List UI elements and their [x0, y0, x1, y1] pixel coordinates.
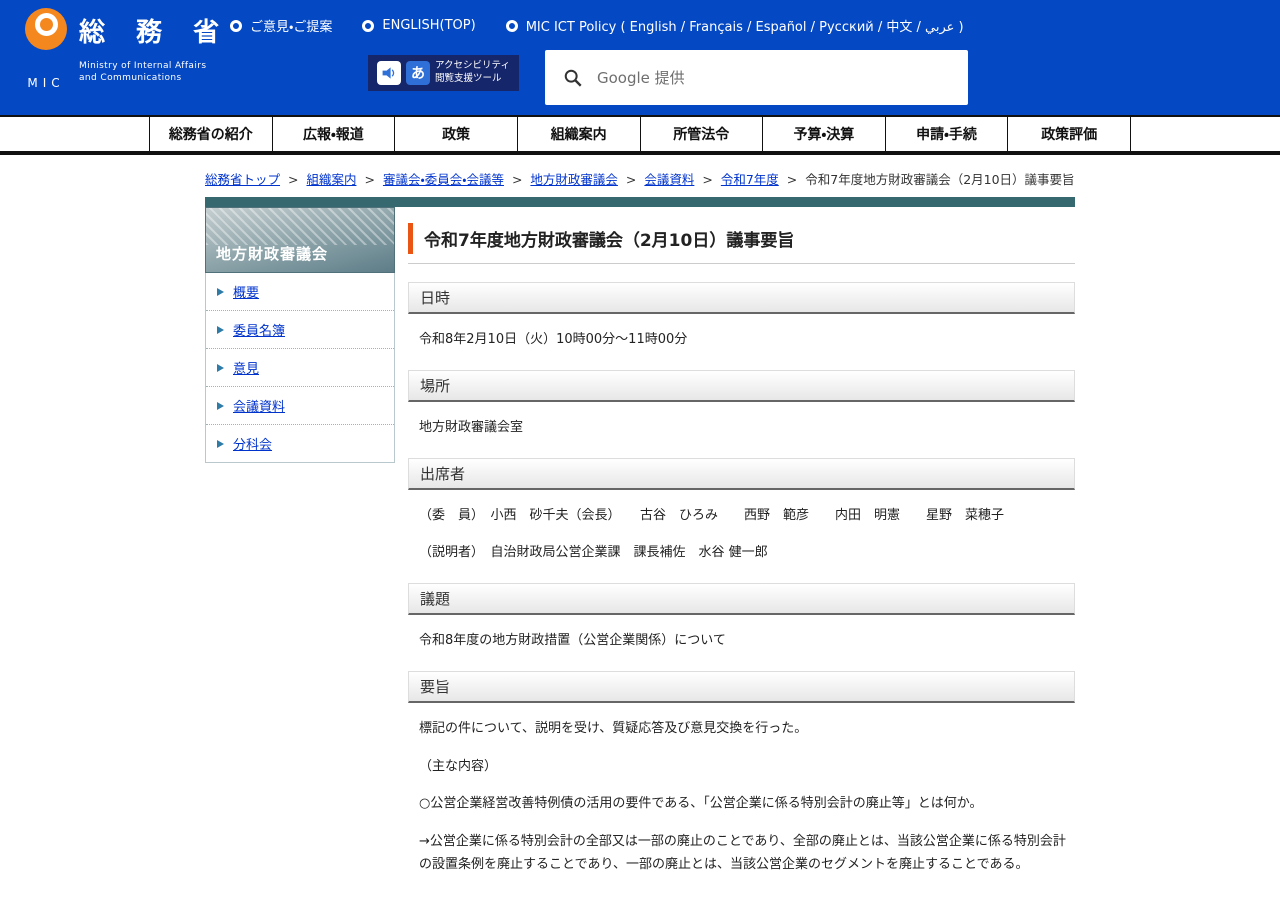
- nav-item-budget[interactable]: 予算・決算: [762, 117, 885, 151]
- accessibility-label-line1: アクセシビリティ: [435, 60, 510, 71]
- header-link-english[interactable]: ENGLISH(TOP): [362, 18, 476, 33]
- summary-question-text: ○公営企業経営改善特例債の活用の要件である、「公営企業に係る特別会計の廃止等」と…: [419, 796, 983, 812]
- summary-intro-text: 標記の件について、説明を受け、質疑応答及び意見交換を行った。: [419, 720, 808, 736]
- sidebar-item-opinions-label: 意見: [233, 362, 260, 377]
- attendees-presenters-text: （説明者） 自治財政局公営企業課 課長補佐 水谷 健一郎: [419, 545, 768, 561]
- nav-item-evaluation[interactable]: 政策評価: [1007, 117, 1131, 151]
- sidebar-title-banner: 地方財政審議会: [205, 207, 395, 273]
- arrow-right-icon: [217, 287, 224, 296]
- breadcrumb-link-materials[interactable]: 会議資料: [644, 172, 694, 187]
- breadcrumb-current: 令和7年度地方財政審議会（2月10日）議事要旨: [805, 172, 1075, 187]
- breadcrumb: 総務省トップ > 組織案内 > 審議会・委員会・会議等 > 地方財政審議会 > …: [205, 169, 1075, 188]
- sidebar-item-meeting-materials[interactable]: 会議資料: [206, 387, 394, 425]
- breadcrumb-link-fy[interactable]: 令和7年度: [721, 172, 779, 187]
- ministry-name-en: Ministry of Internal Affairs and Communi…: [79, 60, 230, 84]
- ministry-name-en-line2: and Communications: [79, 73, 182, 84]
- circle-icon: [230, 19, 242, 32]
- header-link-ict-policy-label: MIC ICT Policy ( English / Français / Es…: [525, 20, 964, 35]
- breadcrumb-link-home[interactable]: 総務省トップ: [205, 172, 280, 187]
- circle-icon: [362, 19, 375, 32]
- attendees-members-text: （委 員） 小西 砂千夫（会長） 古谷 ひろみ 西野 範彦 内田 明憲 星野 菜…: [419, 507, 1005, 523]
- ministry-name-ja: 総 務 省: [79, 18, 231, 48]
- arrow-right-icon: [217, 439, 224, 448]
- header-links: ご意見・ご提案 ENGLISH(TOP) MIC ICT Policy ( En…: [230, 16, 964, 35]
- sidebar-item-meeting-materials-label: 会議資料: [233, 400, 286, 415]
- breadcrumb-separator: >: [288, 172, 299, 187]
- mic-logo-icon: [25, 8, 67, 50]
- breadcrumb-link-councils[interactable]: 審議会・委員会・会議等: [383, 172, 504, 187]
- header-link-ict-policy[interactable]: MIC ICT Policy ( English / Français / Es…: [505, 16, 964, 35]
- sidebar-item-subcommittee[interactable]: 分科会: [206, 425, 394, 462]
- sidebar-item-overview[interactable]: 概要: [206, 273, 394, 311]
- header-link-feedback-label: ご意見・ご提案: [250, 20, 333, 35]
- sidebar-item-member-list-label: 委員名簿: [233, 324, 286, 339]
- summary-main-points-label: （主な内容）: [419, 758, 498, 774]
- breadcrumb-link-council[interactable]: 地方財政審議会: [530, 172, 618, 187]
- accessibility-tool-button[interactable]: あ アクセシビリティ 閲覧支援ツール: [368, 55, 519, 91]
- breadcrumb-link-organization[interactable]: 組織案内: [306, 172, 356, 187]
- section-heading-datetime: 日時: [408, 282, 1075, 314]
- main-content: 令和7年度地方財政審議会（2月10日）議事要旨 日時 令和8年2月10日（火）1…: [408, 207, 1075, 902]
- breadcrumb-separator: >: [364, 172, 375, 187]
- section-heading-summary: 要旨: [408, 670, 1075, 703]
- header-link-feedback[interactable]: ご意見・ご提案: [230, 16, 332, 35]
- header-link-english-label: ENGLISH(TOP): [382, 18, 476, 33]
- page-title: 令和7年度地方財政審議会（2月10日）議事要旨: [408, 223, 1075, 254]
- breadcrumb-separator: >: [511, 172, 523, 187]
- breadcrumb-separator: >: [625, 172, 637, 187]
- sidebar-item-opinions[interactable]: 意見: [206, 349, 394, 387]
- mic-logo-text: MIC: [27, 76, 65, 90]
- section-heading-location: 場所: [408, 369, 1075, 402]
- sidebar-item-subcommittee-label: 分科会: [233, 438, 273, 453]
- sidebar-menu: 概要 委員名簿 意見 会議資料 分科会: [205, 273, 395, 463]
- sidebar-item-overview-label: 概要: [233, 286, 260, 301]
- datetime-text: 令和8年2月10日（火）10時00分～11時00分: [419, 332, 688, 347]
- location-text: 地方財政審議会室: [419, 419, 524, 435]
- circle-icon: [505, 19, 518, 32]
- arrow-right-icon: [217, 325, 224, 334]
- search-input[interactable]: Google 提供: [545, 50, 968, 105]
- sidebar-title: 地方財政審議会: [216, 245, 329, 263]
- search-provider-label: Google 提供: [597, 69, 685, 87]
- nav-item-organization[interactable]: 組織案内: [516, 117, 640, 151]
- arrow-right-icon: [217, 363, 224, 372]
- mic-logo[interactable]: MIC 総 務 省 Ministry of Internal Affairs a…: [25, 8, 230, 90]
- content-top-bar: [205, 197, 1075, 207]
- section-heading-agenda: 議題: [408, 583, 1075, 615]
- breadcrumb-separator: >: [702, 172, 713, 187]
- nav-item-laws[interactable]: 所管法令: [639, 117, 763, 151]
- nav-item-policy[interactable]: 政策: [394, 117, 517, 151]
- section-heading-attendees: 出席者: [408, 457, 1075, 490]
- nav-item-about[interactable]: 総務省の紹介: [149, 117, 272, 151]
- hiragana-a-icon: あ: [406, 60, 430, 85]
- nav-item-press[interactable]: 広報・報道: [271, 117, 395, 151]
- sidebar: 地方財政審議会 概要 委員名簿 意見 会議資料 分科会: [205, 207, 395, 463]
- nav-item-applications[interactable]: 申請・手続: [884, 117, 1008, 151]
- arrow-right-icon: [217, 401, 224, 410]
- accessibility-label-line2: 閲覧支援ツール: [435, 72, 502, 84]
- site-header: MIC 総 務 省 Ministry of Internal Affairs a…: [0, 0, 1280, 115]
- title-divider: [408, 263, 1075, 264]
- accessibility-tool-label: アクセシビリティ 閲覧支援ツール: [435, 60, 510, 86]
- breadcrumb-separator: >: [786, 172, 798, 187]
- summary-answer-text: →公営企業に係る特別会計の全部又は一部の廃止のことであり、全部の廃止とは、当該公…: [419, 834, 1066, 872]
- ministry-name-en-line1: Ministry of Internal Affairs: [79, 61, 207, 71]
- speaker-icon: [377, 60, 401, 85]
- search-icon: [563, 68, 583, 88]
- global-nav: 総務省の紹介 広報・報道 政策 組織案内 所管法令 予算・決算 申請・手続 政策…: [0, 115, 1280, 155]
- sidebar-item-member-list[interactable]: 委員名簿: [206, 311, 394, 349]
- agenda-text: 令和8年度の地方財政措置（公営企業関係）について: [419, 633, 726, 648]
